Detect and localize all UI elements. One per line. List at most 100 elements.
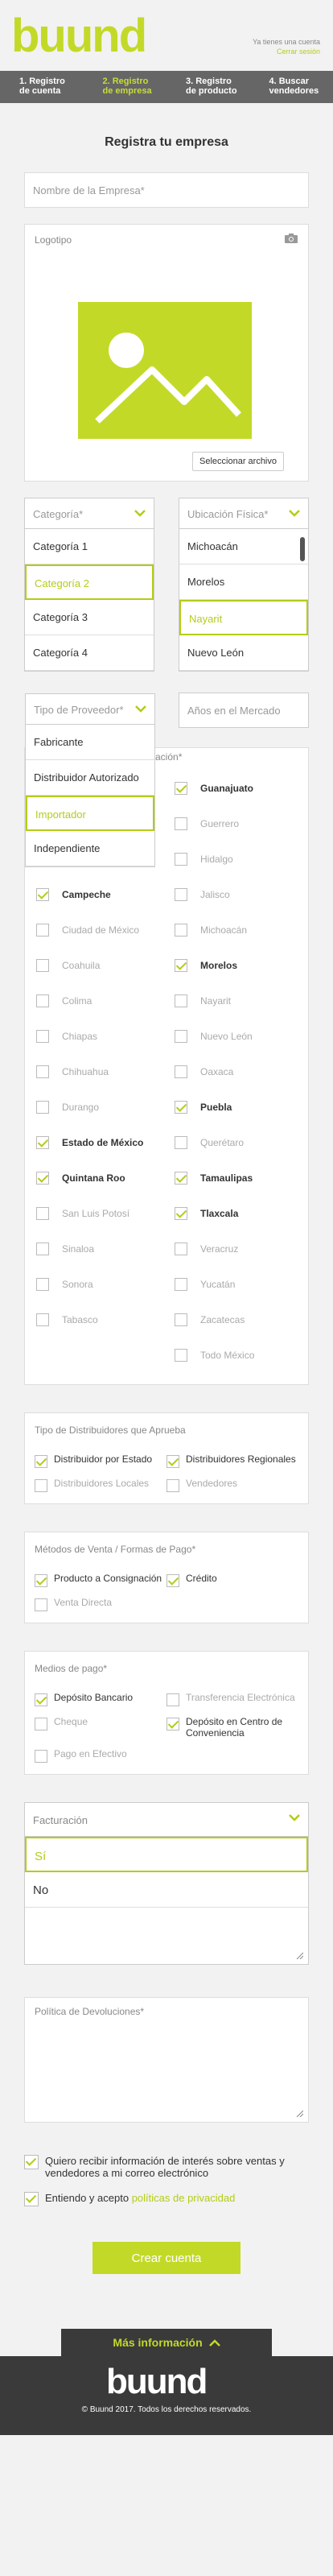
state-option[interactable]: Nayarit	[171, 983, 300, 1019]
state-checkbox[interactable]	[36, 994, 49, 1007]
state-option[interactable]: Morelos	[171, 948, 300, 983]
checkbox-option[interactable]: Depósito en Centro de Conveniencia	[166, 1716, 298, 1739]
state-checkbox[interactable]	[36, 888, 49, 901]
checkbox[interactable]	[35, 1750, 47, 1763]
state-checkbox[interactable]	[36, 1101, 49, 1114]
billing-option-selected[interactable]: Sí	[25, 1837, 308, 1872]
state-checkbox[interactable]	[175, 924, 187, 937]
state-option[interactable]: Colima	[33, 983, 166, 1019]
checkbox-option[interactable]: Distribuidor por Estado	[35, 1453, 166, 1468]
state-option[interactable]: Tamaulipas	[171, 1160, 300, 1196]
step-product[interactable]: 3. Registro de producto	[166, 71, 250, 103]
camera-icon[interactable]	[284, 233, 298, 244]
years-input[interactable]: Años en el Mercado	[179, 693, 309, 728]
state-option[interactable]: Nuevo León	[171, 1019, 300, 1054]
scrollbar[interactable]	[300, 537, 305, 561]
state-option[interactable]: Tabasco	[33, 1302, 166, 1338]
state-checkbox[interactable]	[175, 1207, 187, 1220]
state-checkbox[interactable]	[36, 959, 49, 972]
state-option[interactable]: Todo México	[171, 1338, 300, 1373]
state-checkbox[interactable]	[36, 1313, 49, 1326]
step-sellers[interactable]: 4. Buscar vendedores	[250, 71, 333, 103]
checkbox[interactable]	[35, 1718, 47, 1730]
state-checkbox[interactable]	[175, 782, 187, 795]
provider-option-selected[interactable]: Importador	[26, 796, 154, 831]
logout-link[interactable]: Cerrar sesión	[253, 47, 320, 56]
checkbox[interactable]	[166, 1455, 179, 1468]
create-account-button[interactable]: Crear cuenta	[92, 2242, 240, 2274]
resize-handle-icon[interactable]	[295, 1951, 303, 1959]
more-info-button[interactable]: Más información	[61, 2329, 272, 2356]
state-checkbox[interactable]	[36, 1136, 49, 1149]
state-option[interactable]: Estado de México	[33, 1125, 166, 1160]
state-checkbox[interactable]	[175, 1349, 187, 1362]
state-option[interactable]: Querétaro	[171, 1125, 300, 1160]
state-option[interactable]: Veracruz	[171, 1231, 300, 1267]
state-checkbox[interactable]	[175, 994, 187, 1007]
location-option[interactable]: Morelos	[179, 564, 308, 600]
provider-type-dropdown[interactable]: Tipo de Proveedor* Fabricante Distribuid…	[25, 693, 155, 867]
consent-terms[interactable]: Entiendo y acepto políticas de privacida…	[24, 2192, 309, 2206]
state-option[interactable]: San Luis Potosí	[33, 1196, 166, 1231]
state-checkbox[interactable]	[175, 1030, 187, 1043]
category-option-selected[interactable]: Categoría 2	[25, 564, 154, 600]
checkbox[interactable]	[35, 1574, 47, 1587]
category-dropdown[interactable]: Categoría* Categoría 1 Categoría 2 Categ…	[24, 498, 154, 672]
category-select[interactable]: Categoría*	[25, 498, 154, 529]
state-checkbox[interactable]	[36, 1207, 49, 1220]
billing-dropdown[interactable]: Facturación Sí No	[24, 1802, 309, 1965]
state-option[interactable]: Sinaloa	[33, 1231, 166, 1267]
state-option[interactable]: Oaxaca	[171, 1054, 300, 1090]
billing-textarea[interactable]	[25, 1908, 308, 1964]
location-option[interactable]: Michoacán	[179, 529, 308, 564]
category-option[interactable]: Categoría 1	[25, 529, 154, 564]
resize-handle-icon[interactable]	[295, 2109, 303, 2117]
category-option[interactable]: Categoría 3	[25, 600, 154, 635]
state-option[interactable]: Campeche	[33, 877, 166, 912]
state-option[interactable]: Chiapas	[33, 1019, 166, 1054]
checkbox[interactable]	[35, 1479, 47, 1492]
checkbox-option[interactable]: Venta Directa	[35, 1597, 166, 1611]
state-option[interactable]: Tlaxcala	[171, 1196, 300, 1231]
category-option[interactable]: Categoría 4	[25, 635, 154, 671]
state-option[interactable]: Durango	[33, 1090, 166, 1125]
state-option[interactable]: Yucatán	[171, 1267, 300, 1302]
location-dropdown[interactable]: Ubicación Física* Michoacán Morelos Naya…	[179, 498, 309, 672]
state-checkbox[interactable]	[175, 1243, 187, 1255]
state-checkbox[interactable]	[175, 853, 187, 866]
billing-select[interactable]: Facturación	[25, 1803, 308, 1837]
state-checkbox[interactable]	[36, 1243, 49, 1255]
checkbox-option[interactable]: Cheque	[35, 1716, 166, 1739]
checkbox[interactable]	[166, 1479, 179, 1492]
checkbox-option[interactable]: Depósito Bancario	[35, 1692, 166, 1706]
state-option[interactable]: Guerrero	[171, 806, 300, 841]
state-checkbox[interactable]	[175, 1172, 187, 1185]
provider-type-select[interactable]: Tipo de Proveedor*	[26, 694, 154, 725]
state-option[interactable]: Chihuahua	[33, 1054, 166, 1090]
state-option[interactable]: Ciudad de México	[33, 912, 166, 948]
step-company[interactable]: 2. Registro de empresa	[84, 71, 167, 103]
state-checkbox[interactable]	[175, 888, 187, 901]
checkbox-option[interactable]: Transferencia Electrónica	[166, 1692, 298, 1706]
state-checkbox[interactable]	[175, 1101, 187, 1114]
state-option[interactable]: Guanajuato	[171, 771, 300, 806]
state-checkbox[interactable]	[175, 1313, 187, 1326]
checkbox[interactable]	[166, 1574, 179, 1587]
checkbox-option[interactable]: Producto a Consignación	[35, 1573, 166, 1587]
buund-logo[interactable]: buund	[11, 11, 172, 63]
billing-option[interactable]: No	[25, 1872, 308, 1908]
state-option[interactable]: Puebla	[171, 1090, 300, 1125]
checkbox[interactable]	[166, 1693, 179, 1706]
state-checkbox[interactable]	[175, 959, 187, 972]
state-option[interactable]: Coahuila	[33, 948, 166, 983]
consent-terms-checkbox[interactable]	[24, 2192, 39, 2206]
checkbox-option[interactable]: Distribuidores Regionales	[166, 1453, 298, 1468]
state-checkbox[interactable]	[36, 924, 49, 937]
state-checkbox[interactable]	[36, 1065, 49, 1078]
state-checkbox[interactable]	[175, 1278, 187, 1291]
returns-policy-textarea[interactable]: Política de Devoluciones*	[24, 1997, 309, 2123]
state-option[interactable]: Zacatecas	[171, 1302, 300, 1338]
checkbox-option[interactable]: Distribuidores Locales	[35, 1478, 166, 1492]
checkbox[interactable]	[35, 1455, 47, 1468]
company-name-input[interactable]: Nombre de la Empresa*	[24, 172, 309, 208]
